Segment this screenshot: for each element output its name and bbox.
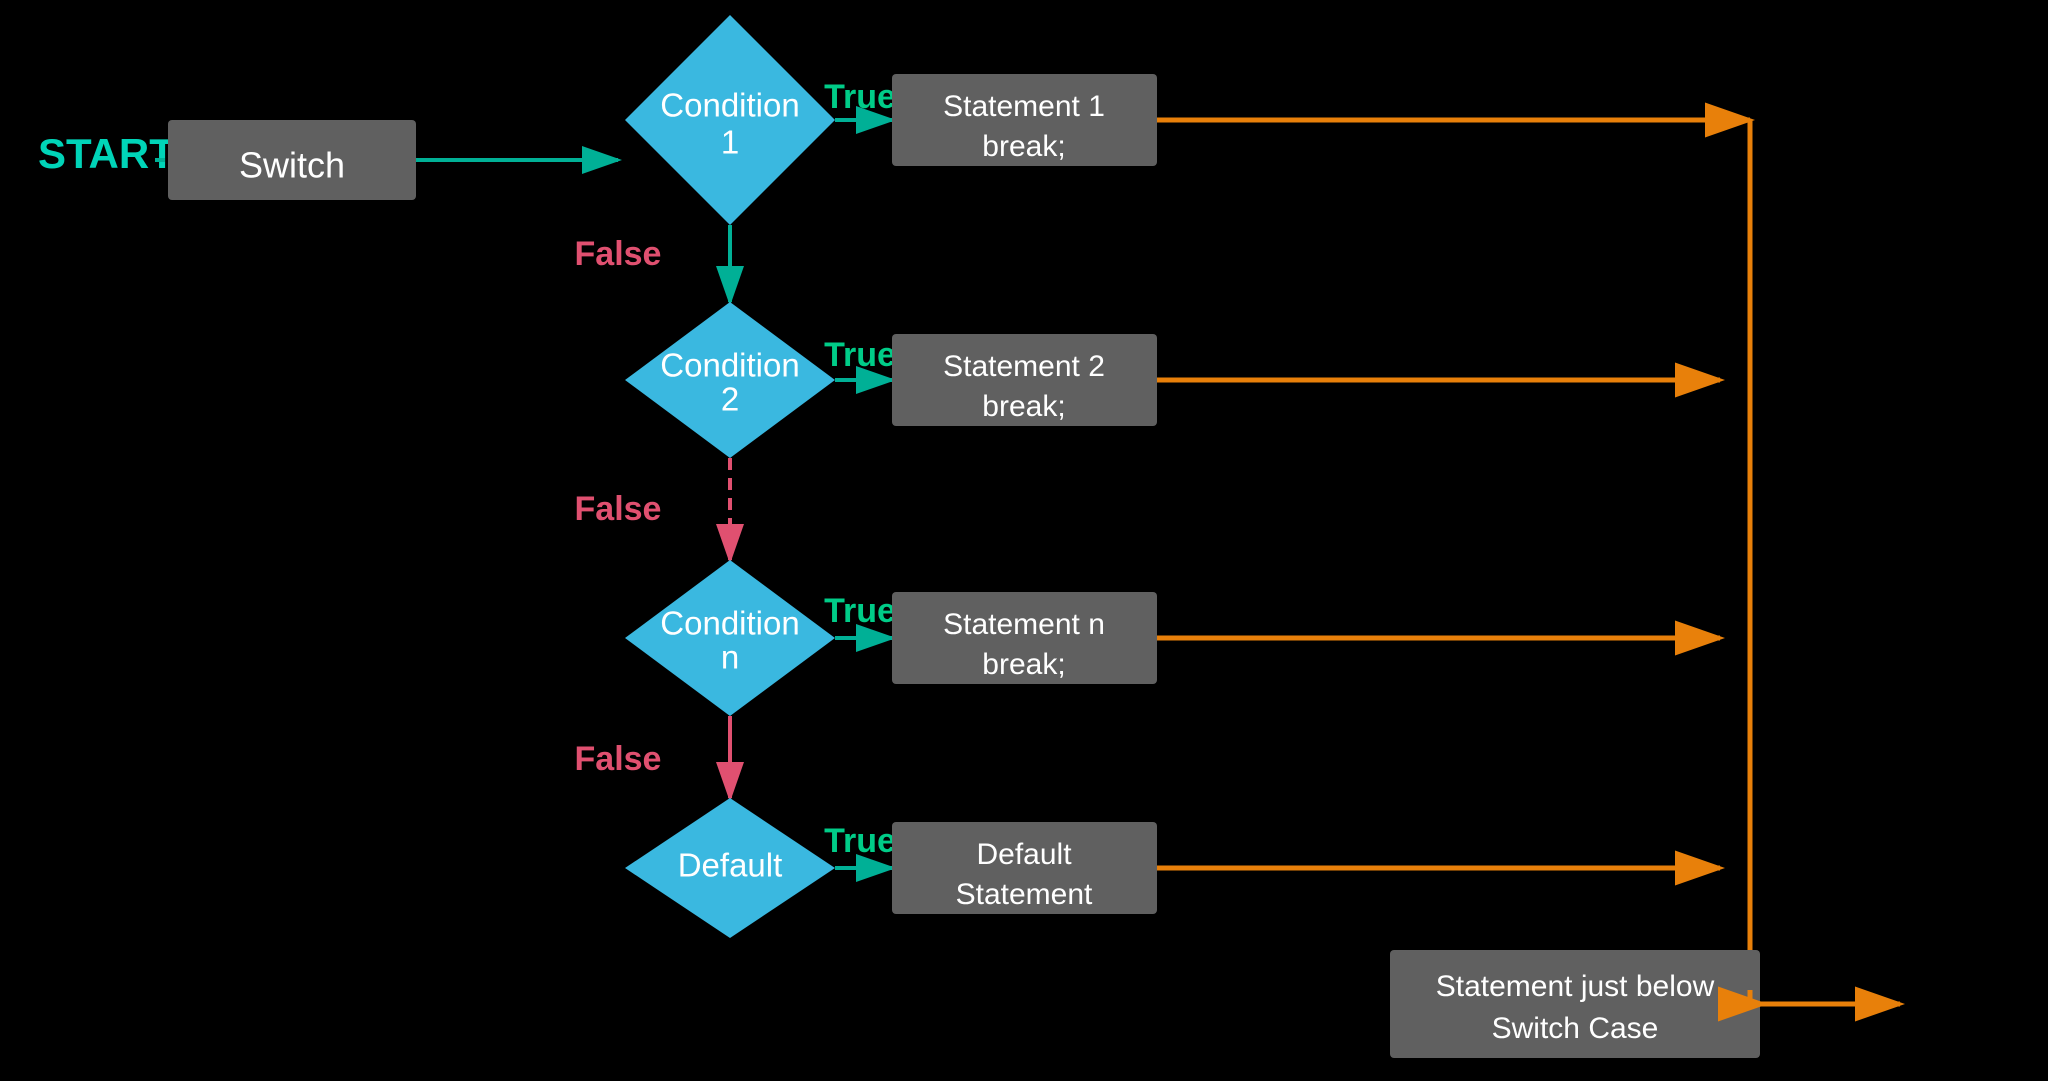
conditionn-num: n (721, 639, 739, 676)
stmt1-line2: break; (982, 130, 1065, 163)
condition2-num: 2 (721, 381, 739, 418)
trued-label: True (824, 822, 896, 860)
default-label: Default (678, 847, 783, 884)
conditionn-label: Condition (660, 605, 799, 642)
stmt2-line2: break; (982, 390, 1065, 423)
true1-label: True (824, 78, 896, 116)
condition1-num: 1 (721, 124, 739, 161)
stmt-below-line2: Switch Case (1492, 1012, 1659, 1045)
stmtd-line1: Default (976, 838, 1072, 871)
stmt2-line1: Statement 2 (943, 350, 1105, 383)
stmt1-line1: Statement 1 (943, 90, 1105, 123)
switch-label: Switch (239, 145, 345, 186)
true2-label: True (824, 336, 896, 374)
stmtn-line1: Statement n (943, 608, 1105, 641)
condition2-label: Condition (660, 347, 799, 384)
stmtd-line2: Statement (956, 878, 1093, 911)
false1-label: False (575, 235, 662, 273)
stmt-below-line1: Statement just below (1436, 970, 1715, 1003)
falsen-label: False (575, 740, 662, 778)
truen-label: True (824, 592, 896, 630)
condition1-label: Condition (660, 87, 799, 124)
start-label: START (38, 130, 175, 177)
false2-label: False (575, 490, 662, 528)
stmtn-line2: break; (982, 648, 1065, 681)
